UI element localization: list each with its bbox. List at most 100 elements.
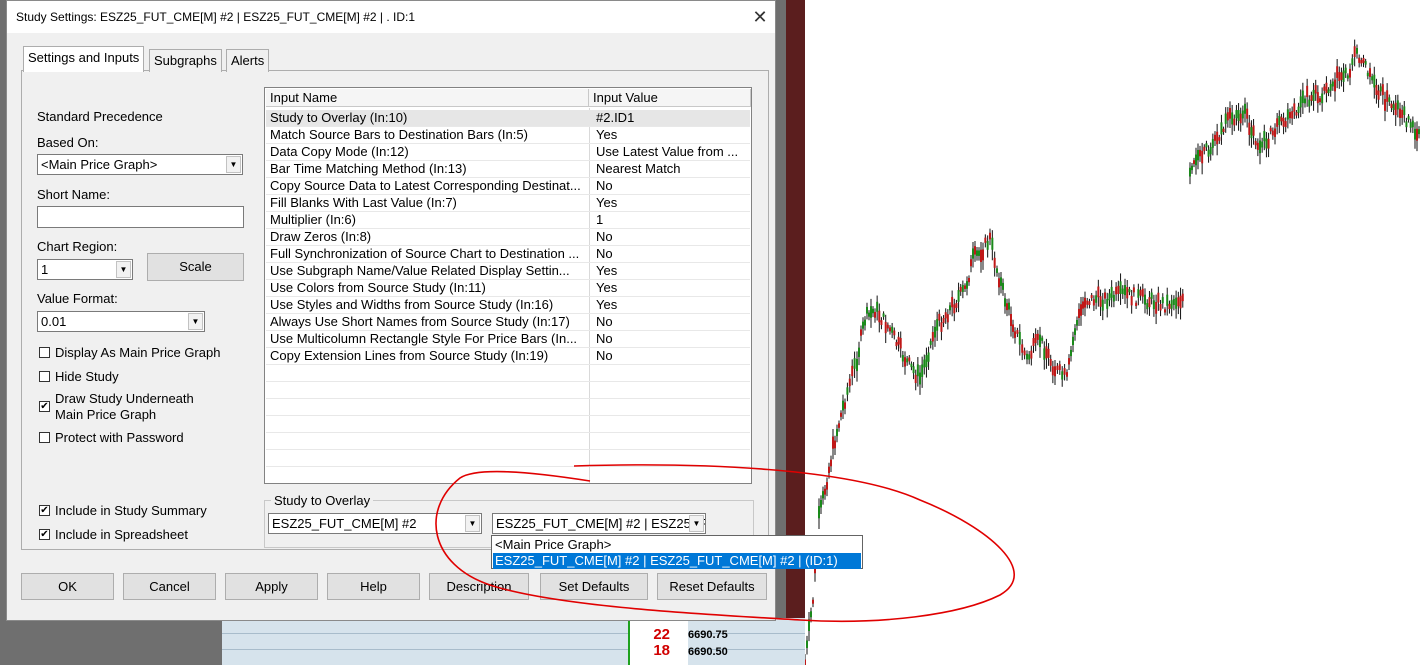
cancel-button[interactable]: Cancel xyxy=(123,573,216,600)
table-row[interactable] xyxy=(266,433,750,450)
candle-body xyxy=(919,372,921,385)
table-row[interactable]: Use Styles and Widths from Source Study … xyxy=(266,297,750,314)
table-row[interactable]: Data Copy Mode (In:12) Use Latest Value f… xyxy=(266,144,750,161)
protect-with-password-checkbox[interactable] xyxy=(39,432,50,443)
include-in-study-summary-checkbox[interactable]: ✔ xyxy=(39,505,50,516)
help-button[interactable]: Help xyxy=(327,573,420,600)
tab-subgraphs[interactable]: Subgraphs xyxy=(149,49,222,72)
set-defaults-button[interactable]: Set Defaults xyxy=(540,573,648,600)
display-as-main-price-graph-checkbox[interactable] xyxy=(39,347,50,358)
description-button[interactable]: Description xyxy=(429,573,529,600)
candle-body xyxy=(864,319,866,326)
input-value-cell[interactable]: #2.ID1 xyxy=(596,110,746,126)
value-format-select[interactable]: 0.01 ▼ xyxy=(37,311,205,332)
input-value-cell[interactable]: Yes xyxy=(596,263,746,279)
ok-button[interactable]: OK xyxy=(21,573,114,600)
input-value-cell[interactable]: No xyxy=(596,246,746,262)
hide-study-checkbox[interactable] xyxy=(39,371,50,382)
table-row[interactable] xyxy=(266,399,750,416)
overlay-study-select[interactable]: ESZ25_FUT_CME[M] #2 | ESZ25_FUT_CME[M] #… xyxy=(492,513,706,534)
candle-body xyxy=(1336,66,1339,78)
candle-body xyxy=(1008,302,1010,310)
table-row[interactable]: Bar Time Matching Method (In:13) Nearest … xyxy=(266,161,750,178)
include-in-spreadsheet-checkbox[interactable]: ✔ xyxy=(39,529,50,540)
tab-alerts[interactable]: Alerts xyxy=(226,49,270,72)
candle-body xyxy=(1159,304,1162,311)
apply-button[interactable]: Apply xyxy=(225,573,318,600)
candle-body xyxy=(1137,289,1140,298)
input-value-cell[interactable]: No xyxy=(596,331,746,347)
column-header-input-name[interactable]: Input Name xyxy=(266,89,589,107)
table-row[interactable] xyxy=(266,467,750,483)
table-row[interactable]: Use Colors from Source Study (In:11) Yes xyxy=(266,280,750,297)
candle-body xyxy=(880,320,883,326)
table-row[interactable]: Match Source Bars to Destination Bars (I… xyxy=(266,127,750,144)
candle-body xyxy=(1066,372,1068,377)
overlay-chart-select[interactable]: ESZ25_FUT_CME[M] #2 ▼ xyxy=(268,513,482,534)
inputs-table[interactable]: Input Name Input Value Study to Overlay … xyxy=(264,87,752,484)
table-row[interactable] xyxy=(266,382,750,399)
input-name-cell: Use Subgraph Name/Value Related Display … xyxy=(270,263,570,278)
candle-body xyxy=(1414,128,1416,140)
candle-body xyxy=(851,365,854,377)
candle-body xyxy=(1135,302,1138,307)
reset-defaults-button[interactable]: Reset Defaults xyxy=(657,573,767,600)
candle-body xyxy=(1220,122,1223,135)
input-value-cell[interactable]: Nearest Match xyxy=(596,161,746,177)
candle-body xyxy=(1121,288,1124,295)
overlay-study-dropdown-list[interactable]: <Main Price Graph> ESZ25_FUT_CME[M] #2 |… xyxy=(491,535,863,569)
candle-body xyxy=(1110,286,1113,298)
short-name-input[interactable] xyxy=(37,206,244,228)
dropdown-option[interactable]: <Main Price Graph> xyxy=(493,537,861,553)
input-name-cell: Study to Overlay (In:10) xyxy=(270,110,408,125)
candle-body xyxy=(1286,109,1289,120)
table-row[interactable] xyxy=(266,450,750,467)
table-row[interactable]: Copy Source Data to Latest Corresponding… xyxy=(266,178,750,195)
input-value-cell[interactable]: Yes xyxy=(596,127,746,143)
input-value-cell[interactable]: No xyxy=(596,178,746,194)
dialog-titlebar[interactable]: Study Settings: ESZ25_FUT_CME[M] #2 | ES… xyxy=(7,1,775,33)
input-value-cell[interactable]: Yes xyxy=(596,297,746,313)
input-value-cell[interactable]: 1 xyxy=(596,212,746,228)
dropdown-option-selected[interactable]: ESZ25_FUT_CME[M] #2 | ESZ25_FUT_CME[M] #… xyxy=(493,553,861,569)
table-row[interactable]: Full Synchronization of Source Chart to … xyxy=(266,246,750,263)
candle-body xyxy=(1252,125,1255,136)
input-value-cell[interactable]: Yes xyxy=(596,280,746,296)
candle-body xyxy=(953,304,956,314)
candle-body xyxy=(929,340,932,345)
column-header-input-value[interactable]: Input Value xyxy=(589,89,751,107)
input-value-cell[interactable]: Yes xyxy=(596,195,746,211)
table-row[interactable]: Copy Extension Lines from Source Study (… xyxy=(266,348,750,365)
table-row[interactable] xyxy=(266,365,750,382)
input-value-cell[interactable]: No xyxy=(596,348,746,364)
candle-body xyxy=(1304,98,1306,104)
table-row[interactable]: Fill Blanks With Last Value (In:7) Yes xyxy=(266,195,750,212)
dom-price: 6690.75 xyxy=(688,629,728,641)
based-on-select[interactable]: <Main Price Graph> ▼ xyxy=(37,154,243,175)
candle-body xyxy=(826,482,828,490)
candle-body xyxy=(1172,298,1175,306)
table-row[interactable]: Study to Overlay (In:10) #2.ID1 xyxy=(266,110,750,127)
table-row[interactable]: Use Multicolumn Rectangle Style For Pric… xyxy=(266,331,750,348)
candle-body xyxy=(1291,111,1294,119)
input-value-cell[interactable]: No xyxy=(596,229,746,245)
scale-button[interactable]: Scale xyxy=(147,253,244,281)
candle-body xyxy=(1263,131,1266,142)
input-value-cell[interactable]: Use Latest Value from ... xyxy=(596,144,746,160)
table-row[interactable] xyxy=(266,416,750,433)
candle-body xyxy=(1388,97,1391,102)
input-value-cell[interactable]: No xyxy=(596,314,746,330)
candle-body xyxy=(1148,297,1151,308)
candle-body xyxy=(1235,110,1238,119)
candle-body xyxy=(1084,297,1086,308)
table-row[interactable]: Use Subgraph Name/Value Related Display … xyxy=(266,263,750,280)
draw-study-underneath-checkbox[interactable]: ✔ xyxy=(39,401,50,412)
table-row[interactable]: Always Use Short Names from Source Study… xyxy=(266,314,750,331)
tab-settings-and-inputs[interactable]: Settings and Inputs xyxy=(23,46,145,72)
table-row[interactable]: Draw Zeros (In:8) No xyxy=(266,229,750,246)
chart-region-select[interactable]: 1 ▼ xyxy=(37,259,133,280)
price-chart[interactable] xyxy=(804,0,1421,668)
candle-body xyxy=(1301,90,1304,104)
table-row[interactable]: Multiplier (In:6) 1 xyxy=(266,212,750,229)
close-button[interactable]: ✕ xyxy=(747,5,773,29)
